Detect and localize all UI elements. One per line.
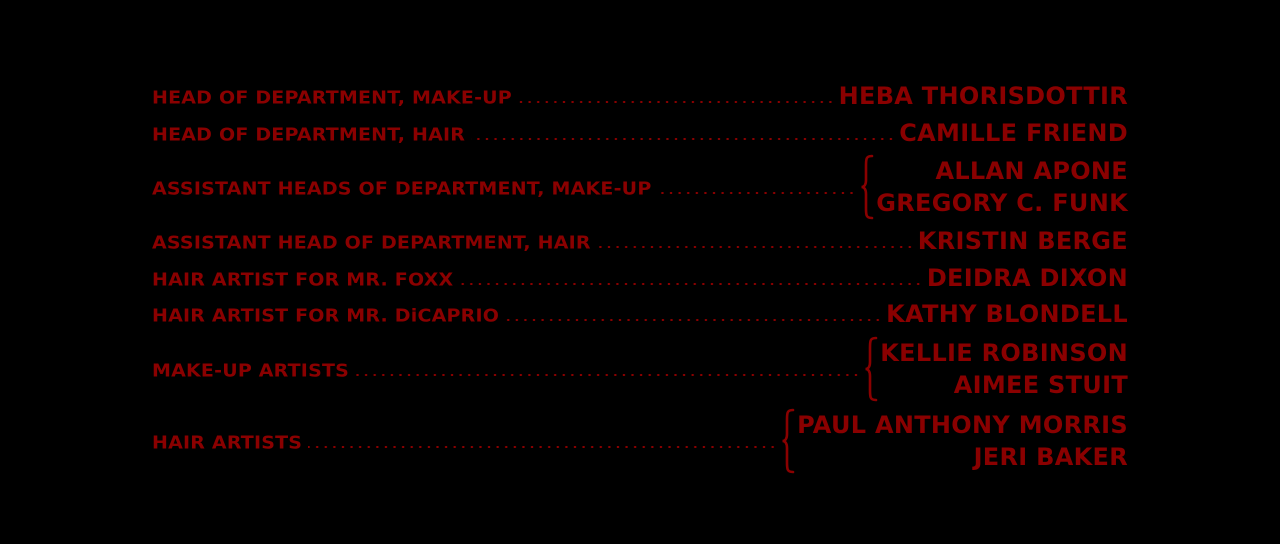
credit-role: HEAD OF DEPARTMENT, HAIR: [152, 124, 466, 145]
curly-brace-icon: [865, 336, 878, 401]
credit-row: HEAD OF DEPARTMENT, MAKE-UP HEBA THORISD…: [152, 78, 1128, 115]
credit-name: CAMILLE FRIEND: [899, 118, 1128, 147]
curly-brace-icon: [861, 154, 874, 220]
credit-role: HAIR ARTIST FOR MR. FOXX: [152, 269, 454, 290]
credit-role: MAKE-UP ARTISTS: [152, 360, 350, 381]
credit-name: ALLAN APONE: [935, 157, 1128, 185]
dot-leader: [308, 445, 778, 448]
credit-name-group: ALLAN APONE GREGORY C. FUNK: [860, 154, 1128, 220]
credit-names: CAMILLE FRIEND: [899, 117, 1128, 149]
dot-leader: [657, 192, 857, 194]
credit-row: HAIR ARTIST FOR MR. DiCAPRIO KATHY BLOND…: [152, 296, 1128, 333]
dot-leader: [596, 246, 914, 249]
credit-names: HEBA THORISDOTTIR: [839, 80, 1128, 112]
credit-names: PAUL ANTHONY MORRIS JERI BAKER: [797, 409, 1128, 473]
credit-name: HEBA THORISDOTTIR: [838, 82, 1128, 111]
credit-role: ASSISTANT HEADS OF DEPARTMENT, MAKE-UP: [152, 178, 652, 200]
credit-row: ASSISTANT HEAD OF DEPARTMENT, HAIR KRIST…: [152, 223, 1128, 260]
credit-names: ALLAN APONE GREGORY C. FUNK: [876, 155, 1128, 219]
credit-name: KRISTIN BERGE: [917, 227, 1128, 256]
dot-leader: [517, 101, 835, 104]
credit-name: JERI BAKER: [973, 442, 1128, 471]
credit-role: HAIR ARTIST FOR MR. DiCAPRIO: [152, 306, 500, 327]
dot-leader: [471, 137, 896, 140]
credit-row: HEAD OF DEPARTMENT, HAIR CAMILLE FRIEND: [152, 115, 1128, 152]
credit-names: DEIDRA DIXON: [927, 262, 1128, 294]
credit-names: KRISTIN BERGE: [918, 225, 1128, 257]
credits-list: HEAD OF DEPARTMENT, MAKE-UP HEBA THORISD…: [152, 78, 1128, 477]
dot-leader: [505, 319, 883, 322]
dot-leader: [355, 373, 861, 376]
credit-names: KATHY BLONDELL: [886, 298, 1128, 330]
credit-role: HEAD OF DEPARTMENT, MAKE-UP: [152, 88, 512, 109]
credit-name: KATHY BLONDELL: [886, 300, 1128, 329]
credit-role: HAIR ARTISTS: [152, 432, 303, 453]
credit-row: MAKE-UP ARTISTS KELLIE ROBINSON AIMEE ST…: [152, 333, 1128, 405]
credit-row: HAIR ARTISTS PAUL ANTHONY MORRIS JERI BA…: [152, 405, 1128, 477]
credit-name: GREGORY C. FUNK: [876, 189, 1128, 217]
credit-name-group: PAUL ANTHONY MORRIS JERI BAKER: [781, 408, 1128, 474]
credit-name: KELLIE ROBINSON: [880, 338, 1128, 367]
credit-name: AIMEE STUIT: [953, 370, 1128, 399]
dot-leader: [459, 282, 923, 285]
credit-name: DEIDRA DIXON: [926, 263, 1128, 292]
credit-names: KELLIE ROBINSON AIMEE STUIT: [880, 337, 1128, 401]
credit-name-group: KELLIE ROBINSON AIMEE STUIT: [864, 336, 1128, 402]
curly-brace-icon: [782, 408, 795, 473]
credit-row: ASSISTANT HEADS OF DEPARTMENT, MAKE-UP A…: [152, 151, 1128, 223]
credit-name: PAUL ANTHONY MORRIS: [797, 410, 1128, 439]
credit-role: ASSISTANT HEAD OF DEPARTMENT, HAIR: [152, 233, 591, 254]
credit-row: HAIR ARTIST FOR MR. FOXX DEIDRA DIXON: [152, 260, 1128, 297]
